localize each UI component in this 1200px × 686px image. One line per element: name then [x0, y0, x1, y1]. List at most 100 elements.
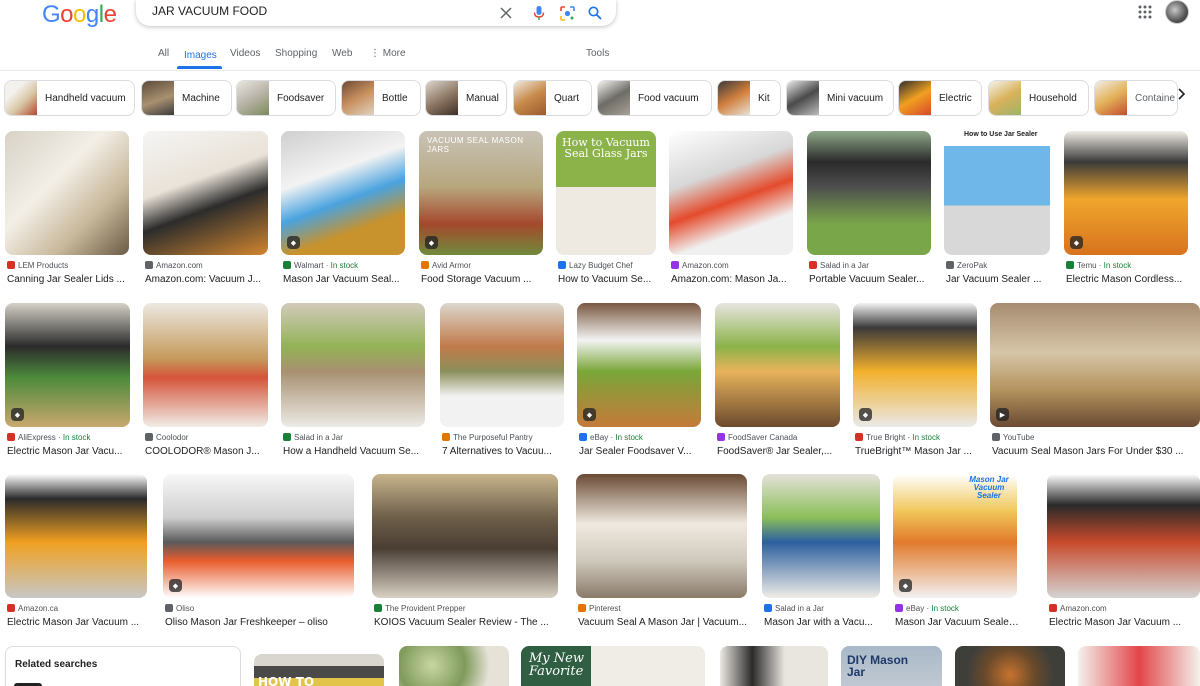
result-title[interactable]: How a Handheld Vacuum Se...	[283, 446, 427, 457]
search-icon[interactable]	[585, 3, 605, 23]
result-source[interactable]: Lazy Budget Chef	[558, 261, 658, 270]
image-result[interactable]: Amazon.ca Electric Mason Jar Vacuum ...	[5, 474, 147, 630]
result-source[interactable]: eBay · In stock	[579, 433, 703, 442]
result-title[interactable]: KOIOS Vacuum Sealer Review - The ...	[374, 617, 560, 628]
result-title[interactable]: Amazon.com: Vacuum J...	[145, 274, 270, 285]
result-source[interactable]: YouTube	[992, 433, 1200, 442]
search-input[interactable]: JAR VACUUM FOOD	[152, 4, 267, 18]
google-logo[interactable]: Google	[42, 1, 117, 29]
image-result[interactable]: ▶ YouTube Vacuum Seal Mason Jars For Under…	[990, 303, 1200, 459]
chip-mini-vacuum[interactable]: Mini vacuum	[786, 80, 894, 116]
result-source[interactable]: LEM Products	[7, 261, 131, 270]
result-title[interactable]: Jar Sealer Foodsaver V...	[579, 446, 703, 457]
image-result[interactable]: Amazon.com Amazon.com: Vacuum J...	[143, 131, 268, 287]
apps-icon[interactable]	[1138, 5, 1152, 19]
tab-videos[interactable]: Videos	[230, 48, 260, 59]
chip-bottle[interactable]: Bottle	[341, 80, 421, 116]
tab-web[interactable]: Web	[332, 48, 352, 59]
result-source[interactable]: Temu · In stock	[1066, 261, 1190, 270]
chip-household[interactable]: Household	[988, 80, 1089, 116]
image-result[interactable]: ◆ eBay · In stock Jar Sealer Foodsaver V..…	[577, 303, 701, 459]
tab-images[interactable]: Images	[184, 50, 217, 61]
image-result[interactable]: ◆ eBay · In stock Mason Jar Vacuum Sealer …	[893, 474, 1019, 630]
result-source[interactable]: Oliso	[165, 604, 356, 613]
chevron-right-icon[interactable]	[1176, 87, 1192, 107]
result-title[interactable]: Electric Mason Jar Vacuum ...	[7, 617, 149, 628]
image-result[interactable]: Amazon.com Amazon.com: Mason Ja...	[669, 131, 793, 287]
result-title[interactable]: Portable Vacuum Sealer...	[809, 274, 933, 285]
image-result[interactable]	[399, 646, 509, 686]
image-result[interactable]: The Purposeful Pantry 7 Alternatives to V…	[440, 303, 564, 459]
image-result[interactable]: Lazy Budget Chef How to Vacuum Se... How t…	[556, 131, 656, 287]
result-source[interactable]: The Purposeful Pantry	[442, 433, 566, 442]
tools-button[interactable]: Tools	[586, 48, 609, 59]
image-result[interactable]: ◆ True Bright · In stock TrueBright™ Mason…	[853, 303, 977, 459]
result-source[interactable]: Salad in a Jar	[283, 433, 427, 442]
tab-shopping[interactable]: Shopping	[275, 48, 317, 59]
image-result[interactable]: ◆ Walmart · In stock Mason Jar Vacuum Seal…	[281, 131, 405, 287]
image-result[interactable]: Salad in a Jar Portable Vacuum Sealer...	[807, 131, 931, 287]
result-title[interactable]: COOLODOR® Mason J...	[145, 446, 270, 457]
image-result[interactable]: FoodSaver Canada FoodSaver® Jar Sealer,..…	[715, 303, 840, 459]
result-title[interactable]: Mason Jar Vacuum Sealer K...	[895, 617, 1019, 628]
mic-icon[interactable]	[529, 3, 549, 23]
chip-manual[interactable]: Manual	[425, 80, 507, 116]
chip-foodsaver[interactable]: Foodsaver	[236, 80, 336, 116]
image-result[interactable]	[955, 646, 1065, 686]
result-source[interactable]: Avid Armor	[421, 261, 545, 270]
image-result[interactable]: ZeroPak Jar Vacuum Sealer ... How to Use J…	[944, 131, 1050, 287]
close-icon[interactable]	[496, 3, 516, 23]
image-result[interactable]: Coolodor COOLODOR® Mason J...	[143, 303, 268, 459]
result-source[interactable]: Salad in a Jar	[764, 604, 882, 613]
image-result[interactable]: DIY Mason Jar	[841, 646, 942, 686]
result-title[interactable]: How to Vacuum Se...	[558, 274, 658, 285]
lens-icon[interactable]	[557, 3, 577, 23]
result-title[interactable]: Amazon.com: Mason Ja...	[671, 274, 795, 285]
result-title[interactable]: Vacuum Seal Mason Jars For Under $30 ...	[992, 446, 1200, 457]
result-title[interactable]: Oliso Mason Jar Freshkeeper – oliso	[165, 617, 356, 628]
image-result[interactable]: Amazon.com Electric Mason Jar Vacuum ...	[1047, 474, 1200, 630]
image-result[interactable]: Salad in a Jar Mason Jar with a Vacu...	[762, 474, 880, 630]
tab-all[interactable]: All	[158, 48, 169, 59]
chip-electric[interactable]: Electric	[898, 80, 982, 116]
image-result[interactable]: Pinterest Vacuum Seal A Mason Jar | Vacuu…	[576, 474, 747, 630]
result-title[interactable]: 7 Alternatives to Vacuu...	[442, 446, 566, 457]
image-result[interactable]: HOW TO	[254, 654, 384, 686]
search-box[interactable]: JAR VACUUM FOOD	[136, 0, 616, 26]
result-source[interactable]: Salad in a Jar	[809, 261, 933, 270]
image-result[interactable]: LEM Products Canning Jar Sealer Lids ...	[5, 131, 129, 287]
result-title[interactable]: Vacuum Seal A Mason Jar | Vacuum...	[578, 617, 749, 628]
image-result[interactable]	[720, 646, 828, 686]
avatar[interactable]	[1165, 0, 1189, 24]
result-source[interactable]: Amazon.com	[671, 261, 795, 270]
chip-kit[interactable]: Kit	[717, 80, 781, 116]
image-result[interactable]: ◆ AliExpress · In stock Electric Mason Jar…	[5, 303, 130, 459]
result-source[interactable]: The Provident Prepper	[374, 604, 560, 613]
result-source[interactable]: Coolodor	[145, 433, 270, 442]
result-source[interactable]: Amazon.ca	[7, 604, 149, 613]
chip-handheld-vacuum[interactable]: Handheld vacuum	[4, 80, 135, 116]
chip-containers[interactable]: Containe	[1094, 80, 1178, 116]
more-menu[interactable]: ⋮ More	[370, 48, 406, 59]
result-source[interactable]: Pinterest	[578, 604, 749, 613]
result-source[interactable]: AliExpress · In stock	[7, 433, 132, 442]
image-result[interactable]: ◆ Avid Armor Food Storage Vacuum ... VACUUM…	[419, 131, 543, 287]
result-title[interactable]: Mason Jar with a Vacu...	[764, 617, 882, 628]
image-result[interactable]: ◆ Oliso Oliso Mason Jar Freshkeeper – olis…	[163, 474, 354, 630]
image-result[interactable]: The Provident Prepper KOIOS Vacuum Sealer…	[372, 474, 558, 630]
result-title[interactable]: Electric Mason Jar Vacu...	[7, 446, 132, 457]
image-result[interactable]: My New Favorite	[521, 646, 705, 686]
result-title[interactable]: TrueBright™ Mason Jar ...	[855, 446, 979, 457]
result-title[interactable]: Mason Jar Vacuum Seal...	[283, 274, 407, 285]
chip-machine[interactable]: Machine	[141, 80, 232, 116]
chip-food-vacuum[interactable]: Food vacuum	[597, 80, 712, 116]
result-title[interactable]: Jar Vacuum Sealer ...	[946, 274, 1052, 285]
image-result[interactable]: ◆ Temu · In stock Electric Mason Cordless.…	[1064, 131, 1188, 287]
result-title[interactable]: FoodSaver® Jar Sealer,...	[717, 446, 842, 457]
result-source[interactable]: Walmart · In stock	[283, 261, 407, 270]
result-title[interactable]: Canning Jar Sealer Lids ...	[7, 274, 131, 285]
result-title[interactable]: Electric Mason Jar Vacuum ...	[1049, 617, 1200, 628]
result-source[interactable]: eBay · In stock	[895, 604, 1019, 613]
result-title[interactable]: Food Storage Vacuum ...	[421, 274, 545, 285]
result-source[interactable]: ZeroPak	[946, 261, 1052, 270]
